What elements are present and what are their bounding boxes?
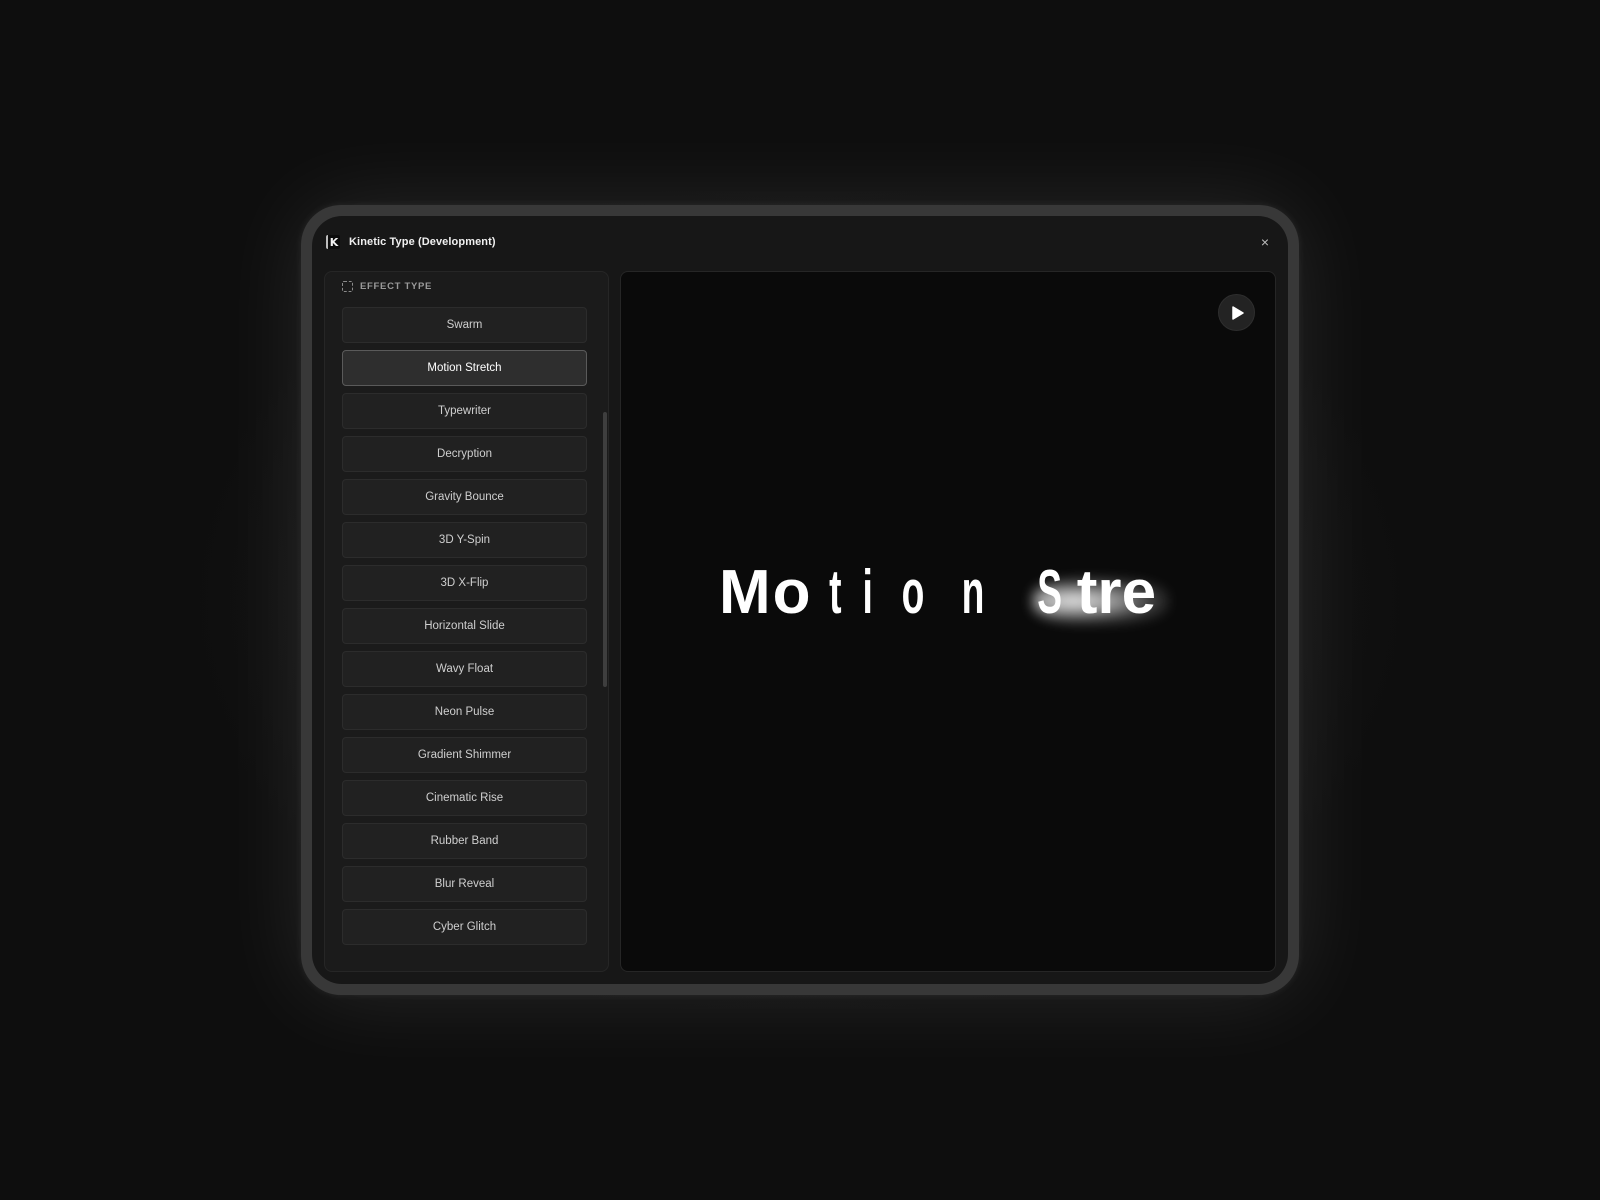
- effect-button[interactable]: Horizontal Slide: [342, 608, 587, 644]
- effect-button[interactable]: 3D X-Flip: [342, 565, 587, 601]
- effect-button[interactable]: Gradient Shimmer: [342, 737, 587, 773]
- preview-panel: Motion Stre: [620, 271, 1276, 972]
- effect-button[interactable]: Gravity Bounce: [342, 479, 587, 515]
- effect-button[interactable]: 3D Y-Spin: [342, 522, 587, 558]
- effect-list: Swarm Motion Stretch Typewriter Decryption G…: [342, 307, 587, 945]
- effect-button[interactable]: Swarm: [342, 307, 587, 343]
- effect-sidebar: EFFECT TYPE Swarm Motion Stretch Typewrite…: [324, 271, 609, 972]
- section-header: EFFECT TYPE: [342, 281, 432, 292]
- effect-button[interactable]: Motion Stretch: [342, 350, 587, 386]
- text-glyph: M: [719, 557, 771, 627]
- dashed-square-icon: [342, 281, 353, 292]
- text-glyph: i: [862, 557, 873, 627]
- text-glyph: e: [1121, 557, 1157, 627]
- close-button[interactable]: ×: [1256, 233, 1274, 251]
- text-glyph: o: [772, 557, 811, 627]
- effect-button[interactable]: Decryption: [342, 436, 587, 472]
- effect-button[interactable]: Wavy Float: [342, 651, 587, 687]
- effect-button[interactable]: Rubber Band: [342, 823, 587, 859]
- play-button[interactable]: [1218, 294, 1255, 331]
- animated-text: Motion Stre: [719, 557, 1156, 627]
- text-glyph: t: [828, 557, 842, 627]
- play-icon: [1231, 305, 1244, 320]
- text-glyph: [1012, 557, 1029, 628]
- effect-button[interactable]: Cyber Glitch: [342, 909, 587, 945]
- window-title: Kinetic Type (Development): [349, 236, 496, 248]
- sidebar-scrollbar[interactable]: [602, 272, 608, 971]
- text-glyph: t: [1076, 557, 1098, 627]
- text-glyph: o: [901, 557, 925, 627]
- app-logo-icon: K: [326, 235, 340, 249]
- text-glyph: n: [961, 557, 985, 627]
- title-bar: K Kinetic Type (Development) ×: [326, 230, 1274, 254]
- effect-button[interactable]: Cinematic Rise: [342, 780, 587, 816]
- text-glyph: r: [1097, 557, 1122, 627]
- effect-button[interactable]: Neon Pulse: [342, 694, 587, 730]
- effect-button[interactable]: Typewriter: [342, 393, 587, 429]
- text-glyph: S: [1037, 557, 1063, 627]
- section-label: EFFECT TYPE: [360, 281, 433, 292]
- device-frame: K Kinetic Type (Development) × EFFECT TY…: [301, 205, 1299, 995]
- scrollbar-thumb[interactable]: [603, 412, 607, 687]
- app-window: K Kinetic Type (Development) × EFFECT TY…: [312, 216, 1288, 984]
- effect-button[interactable]: Blur Reveal: [342, 866, 587, 902]
